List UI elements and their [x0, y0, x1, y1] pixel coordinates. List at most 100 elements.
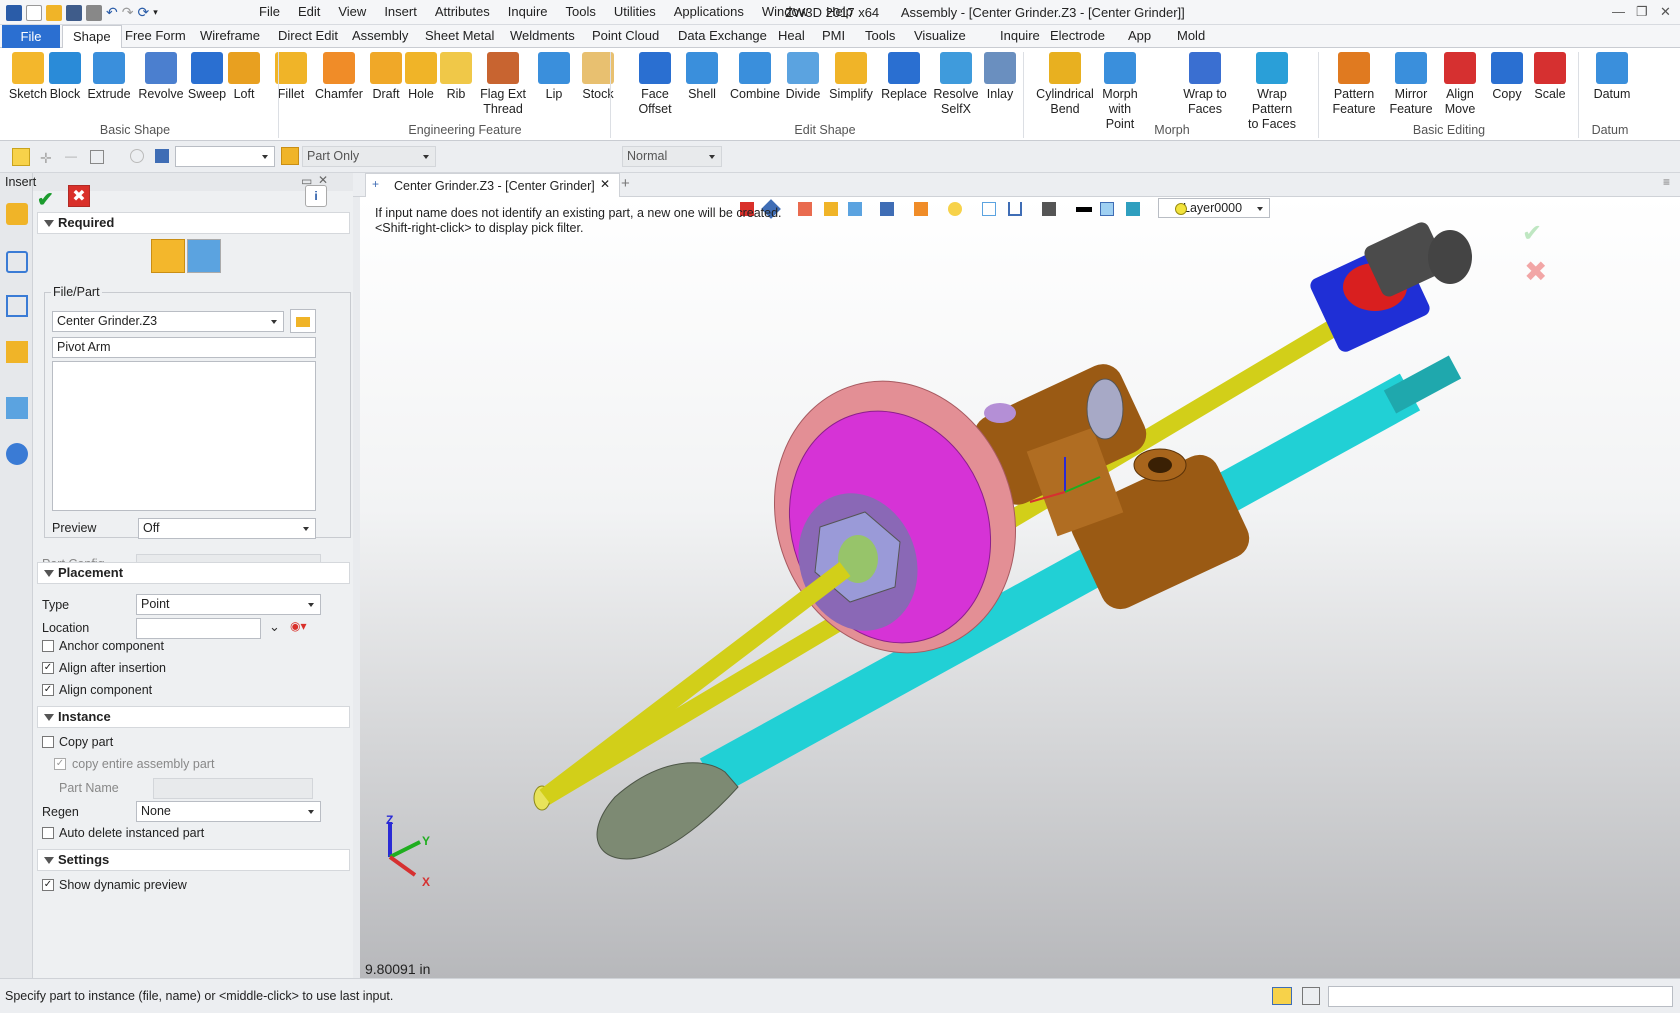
tab-sheet-metal[interactable]: Sheet Metal [425, 28, 494, 43]
rib-icon [440, 52, 472, 84]
part-filter-icon[interactable] [281, 147, 299, 165]
align-after-checkbox[interactable]: ✓ [42, 662, 54, 674]
status-list-icon[interactable] [1302, 987, 1320, 1005]
assembly-model[interactable] [360, 197, 1680, 978]
restore-icon[interactable]: ❐ [1636, 4, 1648, 20]
tab-inquire[interactable]: Inquire [1000, 28, 1040, 43]
tab-direct-edit[interactable]: Direct Edit [278, 28, 338, 43]
doc-tab-icon: + [372, 177, 380, 191]
ribbon-stock[interactable]: Stock [568, 52, 628, 102]
axis-triad [388, 822, 421, 877]
anchor-checkbox[interactable] [42, 640, 54, 652]
pick-icon[interactable] [12, 148, 30, 166]
insert-component-icon[interactable] [151, 239, 185, 273]
tab-file[interactable]: File [2, 25, 60, 48]
location-pick-icon[interactable]: ◉▾ [290, 619, 307, 633]
insert-multiple-icon[interactable] [187, 239, 221, 273]
browse-folder-icon[interactable] [290, 309, 316, 333]
status-layout-icon[interactable] [1272, 987, 1292, 1005]
copy-entire-checkbox[interactable]: ✓ [54, 758, 66, 770]
info-icon[interactable]: i [305, 185, 327, 207]
tab-visualize[interactable]: Visualize [914, 28, 966, 43]
tab-pmi[interactable]: PMI [822, 28, 845, 43]
ribbon-cylindrical-bend[interactable]: Cylindrical Bend [1035, 52, 1095, 117]
part-name-input[interactable]: Pivot Arm [52, 337, 316, 358]
grid-icon[interactable] [90, 150, 104, 164]
circle-icon[interactable] [130, 149, 144, 163]
regen-dropdown[interactable]: None [136, 801, 321, 822]
tab-menu-icon[interactable]: ≡ [1663, 175, 1670, 189]
ribbon-wrap-to-faces[interactable]: Wrap to Faces [1175, 52, 1235, 117]
part-only-dropdown[interactable]: Part Only [302, 146, 436, 167]
3d-viewport[interactable]: Layer0000 If input name does not identif… [360, 197, 1680, 978]
ribbon-morph-with-point[interactable]: Morph with Point [1090, 52, 1150, 132]
new-tab-icon[interactable]: + [621, 175, 630, 192]
ribbon-replace[interactable]: Replace [874, 52, 934, 102]
blue-clamp[interactable] [1308, 220, 1472, 355]
type-dropdown[interactable]: Point [136, 594, 321, 615]
tab-weldments[interactable]: Weldments [510, 28, 575, 43]
threaded-end [1383, 355, 1462, 414]
auto-delete-checkbox[interactable] [42, 827, 54, 839]
doc-tab[interactable]: + Center Grinder.Z3 - [Center Grinder] ✕ [365, 173, 620, 197]
assembly-tree-icon[interactable] [6, 295, 28, 317]
tab-electrode[interactable]: Electrode [1050, 28, 1105, 43]
ribbon-shell[interactable]: Shell [672, 52, 732, 102]
preview-dropdown[interactable]: Off [138, 518, 316, 539]
ribbon-label-2: Feature [1332, 102, 1376, 116]
anchor-label: Anchor component [59, 639, 164, 653]
tab-data-exchange[interactable]: Data Exchange [678, 28, 767, 43]
user-icon[interactable] [6, 443, 28, 465]
file-dropdown[interactable]: Center Grinder.Z3 [52, 311, 284, 332]
close-icon[interactable]: ✕ [1660, 4, 1671, 20]
tab-heal[interactable]: Heal [778, 28, 805, 43]
pattern-icon [1338, 52, 1370, 84]
image-icon[interactable] [6, 397, 28, 419]
ribbon-scale[interactable]: Scale [1520, 52, 1580, 102]
tab-point-cloud[interactable]: Point Cloud [592, 28, 659, 43]
group-engineering-feature: Engineering Feature [408, 123, 522, 137]
ribbon-inlay[interactable]: Inlay [970, 52, 1030, 102]
cylindrical-icon [1049, 52, 1081, 84]
chart-icon[interactable] [155, 149, 169, 163]
insert-tool-icon[interactable] [6, 203, 28, 225]
tab-free-form[interactable]: Free Form [125, 28, 186, 43]
tab-wireframe[interactable]: Wireframe [200, 28, 260, 43]
placement-section-header[interactable]: Placement [37, 562, 350, 584]
tab-app[interactable]: App [1128, 28, 1151, 43]
filter-dropdown[interactable] [175, 146, 275, 167]
align-component-checkbox[interactable]: ✓ [42, 684, 54, 696]
handle-knob[interactable] [596, 762, 739, 860]
ribbon-datum[interactable]: Datum [1582, 52, 1642, 102]
instance-section-header[interactable]: Instance [37, 706, 350, 728]
ribbon-simplify[interactable]: Simplify [821, 52, 881, 102]
instance-part-name-input[interactable] [153, 778, 313, 799]
extrude-icon [93, 52, 125, 84]
tab-mold[interactable]: Mold [1177, 28, 1205, 43]
tab-shape[interactable]: Shape [62, 25, 122, 49]
show-preview-checkbox[interactable]: ✓ [42, 879, 54, 891]
ribbon: Sketch Block Extrude Revolve Sweep Loft Fillet… [0, 48, 1680, 141]
doc-tab-close-icon[interactable]: ✕ [600, 177, 610, 191]
copy-part-checkbox[interactable] [42, 736, 54, 748]
ribbon-wrap-pattern-to-faces[interactable]: Wrap Pattern to Faces [1242, 52, 1302, 132]
minus-icon[interactable]: — [65, 149, 77, 163]
required-section-header[interactable]: Required [37, 212, 350, 234]
ribbon-extrude[interactable]: Extrude [79, 52, 139, 102]
move-icon[interactable]: ✛ [40, 150, 52, 167]
settings-section-header[interactable]: Settings [37, 849, 350, 871]
ribbon-pattern-feature[interactable]: Pattern Feature [1324, 52, 1384, 117]
ok-button[interactable]: ✔ [37, 187, 54, 212]
tab-assembly[interactable]: Assembly [352, 28, 408, 43]
location-expand-icon[interactable]: ⌄ [269, 619, 280, 635]
part-icon[interactable] [6, 341, 28, 363]
part-list[interactable] [52, 361, 316, 511]
cancel-button[interactable]: ✖ [68, 185, 90, 207]
minimize-icon[interactable]: — [1612, 4, 1625, 19]
tab-tools[interactable]: Tools [865, 28, 895, 43]
history-icon[interactable] [6, 251, 28, 273]
group-edit-shape: Edit Shape [794, 123, 856, 137]
render-mode-dropdown[interactable]: Normal [622, 146, 722, 167]
command-input[interactable] [1328, 986, 1673, 1007]
location-input[interactable] [136, 618, 261, 639]
